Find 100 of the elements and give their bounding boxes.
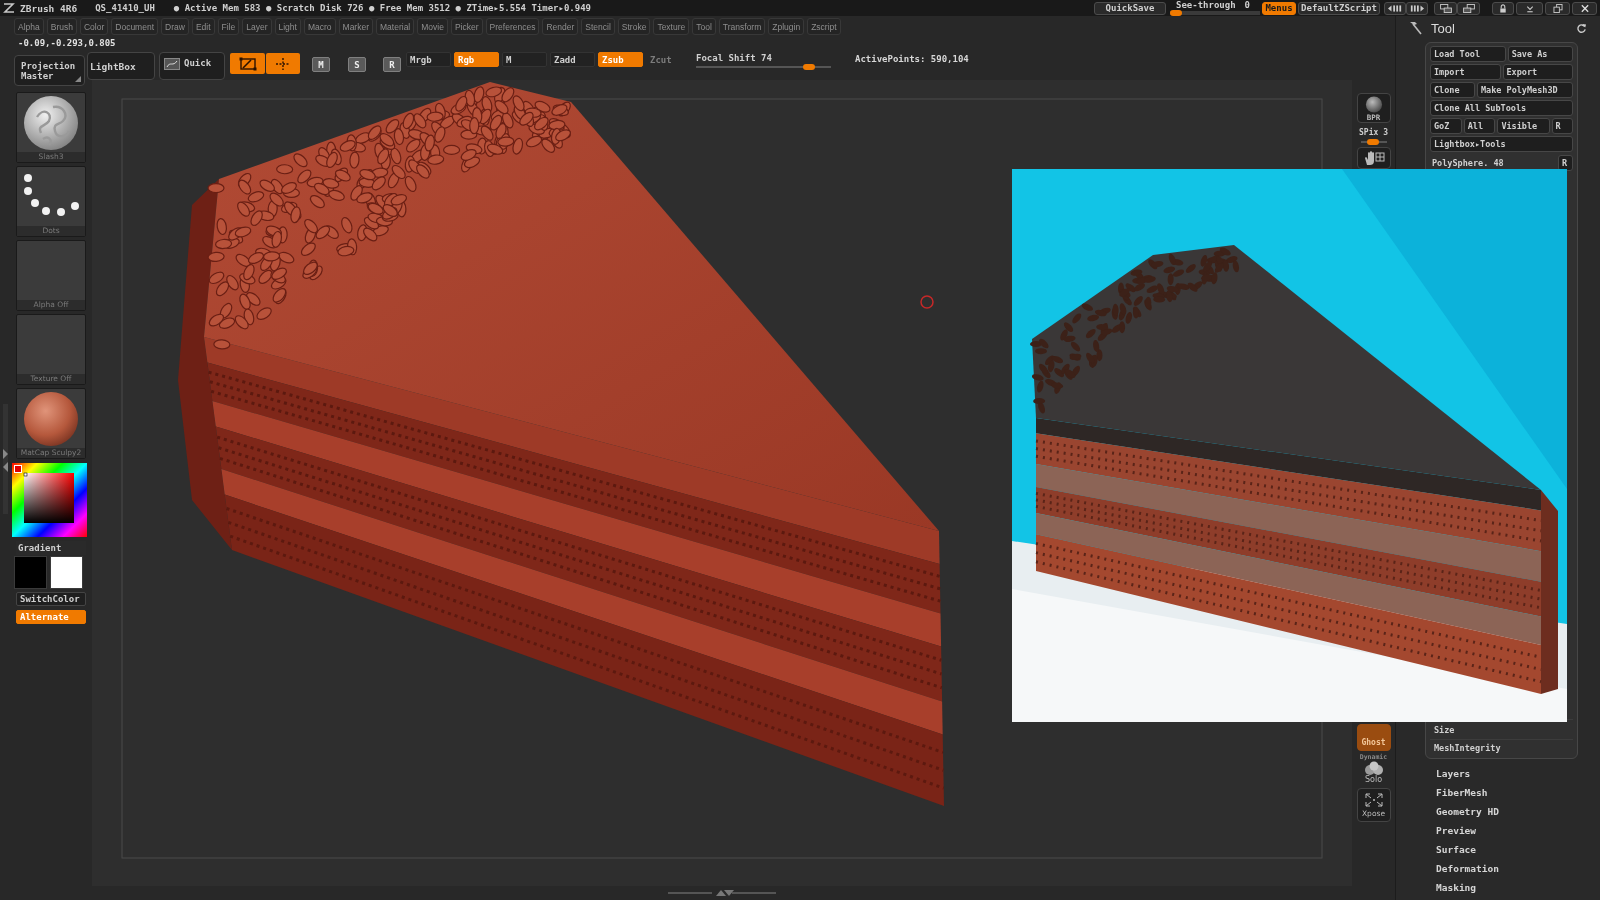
section-header[interactable]: Masking xyxy=(1436,878,1600,897)
quick-sketch-button[interactable]: Quick xyxy=(159,52,225,80)
menu-item[interactable]: Macro xyxy=(303,18,336,35)
palette-button[interactable]: Import xyxy=(1430,64,1501,80)
section-header[interactable]: FiberMesh xyxy=(1436,783,1600,802)
corner-triangle-icon xyxy=(75,76,81,82)
menu-item[interactable]: Texture xyxy=(653,18,690,35)
menu-item[interactable]: File xyxy=(217,18,240,35)
palette-button[interactable]: Lightbox▸Tools xyxy=(1430,136,1573,152)
menu-item[interactable]: Preferences xyxy=(485,18,540,35)
palette-button[interactable]: Clone All SubTools xyxy=(1430,100,1573,116)
section-header[interactable]: Surface xyxy=(1436,840,1600,859)
dots-icon xyxy=(22,173,80,217)
palette-button[interactable]: R xyxy=(1558,155,1573,171)
scroll-right-button[interactable] xyxy=(1406,1,1428,15)
menu-item[interactable]: Transform xyxy=(718,18,766,35)
mode-button: Zcut xyxy=(646,52,691,67)
palette-button[interactable]: Clone xyxy=(1430,82,1475,98)
layout-button[interactable] xyxy=(1457,1,1480,15)
section-header[interactable]: Deformation xyxy=(1436,859,1600,878)
hand-grid-icon xyxy=(1362,150,1385,166)
tray-handle-icon[interactable] xyxy=(2,404,9,514)
scroll-handle-icon[interactable] xyxy=(668,889,776,897)
menu-item[interactable]: Tool xyxy=(692,18,716,35)
rotate-button[interactable]: R xyxy=(383,57,401,72)
menu-item[interactable]: Zscript xyxy=(807,18,841,35)
windows-icon xyxy=(1461,3,1476,13)
mode-button[interactable]: M xyxy=(502,52,547,67)
swirl-sphere-icon xyxy=(23,95,79,151)
palette-button[interactable]: Visible xyxy=(1497,118,1550,134)
lightbox-button[interactable]: LightBox xyxy=(87,52,155,80)
refresh-icon[interactable] xyxy=(1576,22,1587,34)
menu-item[interactable]: Movie xyxy=(417,18,448,35)
sphere-icon xyxy=(1364,96,1383,113)
menu-item[interactable]: Document xyxy=(111,18,159,35)
focal-shift-label: Focal Shift 74 xyxy=(696,53,773,63)
menu-item[interactable]: Layer xyxy=(242,18,272,35)
quicksave-button[interactable]: QuickSave xyxy=(1094,1,1166,15)
menus-button[interactable]: Menus xyxy=(1262,1,1296,15)
palette-button[interactable]: Make PolyMesh3D xyxy=(1476,82,1573,98)
material-sphere-icon xyxy=(23,391,79,447)
default-zscript-button[interactable]: DefaultZScript xyxy=(1298,1,1380,15)
hand-tool-button[interactable] xyxy=(1356,147,1391,169)
arrow-left-icon xyxy=(1388,3,1402,13)
sketch-icon xyxy=(164,58,180,70)
restore-button[interactable] xyxy=(1545,1,1570,15)
menu-item[interactable]: Draw xyxy=(161,18,189,35)
menu-item[interactable]: Marker xyxy=(338,18,373,35)
palette-title: Tool xyxy=(1431,20,1455,36)
switch-color-button[interactable]: SwitchColor xyxy=(16,592,86,606)
scale-button[interactable]: S xyxy=(348,57,366,72)
lock-button[interactable] xyxy=(1492,1,1514,15)
section-header[interactable]: MeshIntegrity xyxy=(1430,739,1573,755)
mode-button[interactable]: Mrgb xyxy=(406,52,451,67)
slider-thumb[interactable] xyxy=(803,64,815,70)
close-button[interactable] xyxy=(1572,1,1597,15)
slider-thumb[interactable] xyxy=(1366,139,1379,145)
section-header[interactable]: Preview xyxy=(1436,821,1600,840)
edit-icon xyxy=(238,56,257,71)
hammer-icon xyxy=(1408,21,1422,35)
menu-item[interactable]: Render xyxy=(542,18,579,35)
palette-button[interactable]: Export xyxy=(1502,64,1573,80)
menu-item[interactable]: Alpha xyxy=(14,18,44,35)
scroll-left-button[interactable] xyxy=(1384,1,1406,15)
palette-button[interactable]: Save As xyxy=(1507,46,1573,62)
menu-item[interactable]: Zplugin xyxy=(768,18,805,35)
color-swatch[interactable] xyxy=(14,556,47,589)
color-picker[interactable] xyxy=(12,463,87,537)
layout-button[interactable] xyxy=(1434,1,1457,15)
menu-item[interactable]: Color xyxy=(79,18,109,35)
crosshair-icon xyxy=(274,56,292,71)
draw-button[interactable] xyxy=(266,53,300,74)
spheres-icon xyxy=(1362,761,1385,775)
menu-item[interactable]: Edit xyxy=(191,18,215,35)
section-header[interactable]: Geometry HD xyxy=(1436,802,1600,821)
menu-item[interactable]: Stroke xyxy=(617,18,651,35)
file-name: QS_41410_UH xyxy=(95,3,155,13)
menu-item[interactable]: Light xyxy=(274,18,301,35)
coordinates-readout: -0.09,-0.293,0.805 xyxy=(18,38,116,48)
ghost-button[interactable]: Ghost xyxy=(1356,724,1391,751)
palette-button[interactable]: GoZ xyxy=(1430,118,1462,134)
slider-thumb[interactable] xyxy=(1170,10,1182,16)
solo-button[interactable]: Solo xyxy=(1362,761,1385,784)
mode-button[interactable]: Zadd xyxy=(550,52,595,67)
projection-master-button[interactable]: Projection Master xyxy=(14,55,85,86)
menu-item[interactable]: Brush xyxy=(46,18,77,35)
menu-item[interactable]: Material xyxy=(376,18,415,35)
minimize-button[interactable] xyxy=(1516,1,1543,15)
arrow-right-icon xyxy=(1410,3,1424,13)
move-button[interactable]: M xyxy=(312,57,330,72)
color-swatch[interactable] xyxy=(50,556,83,589)
palette-button[interactable]: All xyxy=(1463,118,1496,134)
menu-item[interactable]: Stencil xyxy=(581,18,615,35)
section-header[interactable]: Layers xyxy=(1436,764,1600,783)
palette-button[interactable]: R xyxy=(1551,118,1573,134)
current-tool-name: PolySphere. 48 xyxy=(1432,158,1504,168)
palette-button[interactable]: Load Tool xyxy=(1430,46,1506,62)
menu-item[interactable]: Picker xyxy=(450,18,483,35)
active-points-readout: ActivePoints: 590,104 xyxy=(855,54,969,64)
edit-button[interactable] xyxy=(230,53,265,74)
